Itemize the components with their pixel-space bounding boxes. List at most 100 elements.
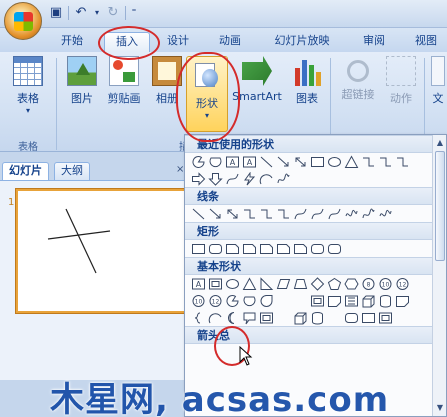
undo-dropdown-icon[interactable]: ▾: [93, 5, 101, 21]
tab-view[interactable]: 视图: [408, 32, 444, 52]
shape-elbow-icon[interactable]: [378, 155, 393, 169]
shape-snip-icon[interactable]: [225, 242, 240, 256]
shapes-button[interactable]: 形状 ▾: [186, 56, 228, 132]
redo-icon[interactable]: ↻: [105, 5, 121, 21]
shape-rect-icon[interactable]: [310, 155, 325, 169]
shape-rect-icon[interactable]: [361, 311, 376, 325]
shape-brace-icon[interactable]: [191, 311, 206, 325]
shape-free-icon[interactable]: [276, 172, 291, 186]
shape-frame-icon[interactable]: [259, 311, 274, 325]
shape-elbow-icon[interactable]: [361, 155, 376, 169]
shape-arrow-icon[interactable]: [208, 207, 223, 221]
shape-dbl-icon[interactable]: [293, 155, 308, 169]
shape-trap-icon[interactable]: [293, 277, 308, 291]
shape-curve-icon[interactable]: [293, 207, 308, 221]
shape-line-icon[interactable]: [259, 155, 274, 169]
smartart-button[interactable]: SmartArt: [230, 56, 284, 103]
tab-outline[interactable]: 大纲: [54, 162, 90, 180]
shape-tri-icon[interactable]: [242, 277, 257, 291]
shape-rtri-icon[interactable]: [259, 277, 274, 291]
shape-callout-icon[interactable]: [242, 311, 257, 325]
shape-rarrow-icon[interactable]: [191, 172, 206, 186]
shape-dec-icon[interactable]: 10: [191, 294, 206, 308]
table-button[interactable]: 表格 ▾: [10, 56, 46, 115]
shape-fold-icon[interactable]: [327, 294, 342, 308]
shape-snip-icon[interactable]: [242, 242, 257, 256]
shape-frame-icon[interactable]: [378, 311, 393, 325]
clipart-button[interactable]: 剪贴画: [104, 56, 144, 106]
shape-textbox-icon[interactable]: A: [191, 277, 206, 291]
shape-rrect-icon[interactable]: [208, 242, 223, 256]
shape-elbow-icon[interactable]: [395, 155, 410, 169]
shape-can-icon[interactable]: [310, 311, 325, 325]
shape-curve-icon[interactable]: [225, 172, 240, 186]
scroll-thumb[interactable]: [435, 151, 445, 261]
shape-dodec-icon[interactable]: 12: [395, 277, 410, 291]
shape-snip-icon[interactable]: [259, 242, 274, 256]
shape-snip-icon[interactable]: [276, 242, 291, 256]
shape-para-icon[interactable]: [276, 277, 291, 291]
shape-can-icon[interactable]: [378, 294, 393, 308]
tab-design[interactable]: 设计: [160, 32, 196, 52]
office-button[interactable]: [4, 2, 42, 40]
shape-pie-icon[interactable]: [225, 294, 240, 308]
tab-animation[interactable]: 动画: [212, 32, 248, 52]
scroll-up-icon[interactable]: ▲: [434, 137, 446, 149]
shape-ellipse-icon[interactable]: [225, 277, 240, 291]
shape-textbox-icon[interactable]: A: [242, 155, 257, 169]
shape-chord-icon[interactable]: [242, 294, 257, 308]
shape-curve-icon[interactable]: [310, 207, 325, 221]
shape-frame-icon[interactable]: [208, 277, 223, 291]
shape-elbow-icon[interactable]: [276, 207, 291, 221]
shape-frame-icon[interactable]: [310, 294, 325, 308]
shape-snip-icon[interactable]: [293, 242, 308, 256]
shape-diamond-icon[interactable]: [310, 277, 325, 291]
shape-tear-icon[interactable]: [259, 294, 274, 308]
shape-arc-icon[interactable]: [259, 172, 274, 186]
hyperlink-button[interactable]: 超链接: [336, 56, 380, 102]
tab-slides[interactable]: 幻灯片: [2, 162, 49, 180]
slide-thumbnail[interactable]: [16, 189, 190, 313]
shape-hex-icon[interactable]: [344, 277, 359, 291]
shape-cube-icon[interactable]: [361, 294, 376, 308]
shape-textbox-icon[interactable]: A: [225, 155, 240, 169]
tab-slideshow[interactable]: 幻灯片放映: [266, 32, 338, 52]
save-icon[interactable]: ▣: [48, 5, 64, 21]
tab-home[interactable]: 开始: [54, 32, 90, 52]
shape-scribble-icon[interactable]: [344, 207, 359, 221]
shape-rrect-icon[interactable]: [344, 311, 359, 325]
shape-vtext-icon[interactable]: [344, 294, 359, 308]
shape-pie-icon[interactable]: [191, 155, 206, 169]
shape-arc-icon[interactable]: [208, 311, 223, 325]
shape-arrow-icon[interactable]: [276, 155, 291, 169]
shape-elbow-icon[interactable]: [259, 207, 274, 221]
shape-rrect-icon[interactable]: [327, 242, 342, 256]
text-button[interactable]: 文: [430, 56, 446, 106]
action-button[interactable]: 动作: [384, 56, 418, 106]
shape-darrow-icon[interactable]: [208, 172, 223, 186]
shape-rrect-icon[interactable]: [310, 242, 325, 256]
shape-oct-icon[interactable]: 8: [361, 277, 376, 291]
shape-ellipse-icon[interactable]: [327, 155, 342, 169]
shape-fold-icon[interactable]: [395, 294, 410, 308]
shape-free-icon[interactable]: [361, 207, 376, 221]
shape-elbow-icon[interactable]: [242, 207, 257, 221]
customize-qat-icon[interactable]: ⁼: [130, 5, 138, 21]
shape-dodec-icon[interactable]: 12: [208, 294, 223, 308]
picture-button[interactable]: 图片: [64, 56, 100, 106]
undo-icon[interactable]: ↶: [73, 5, 89, 21]
shape-dbl-icon[interactable]: [225, 207, 240, 221]
album-button[interactable]: 相册: [150, 56, 184, 106]
gallery-scrollbar[interactable]: ▲ ▼: [432, 135, 446, 416]
tab-insert[interactable]: 插入: [104, 32, 150, 52]
shape-lightning-icon[interactable]: [242, 172, 257, 186]
shape-chord-icon[interactable]: [208, 155, 223, 169]
shape-pent-icon[interactable]: [327, 277, 342, 291]
shape-moon-icon[interactable]: [225, 311, 240, 325]
shape-tri-icon[interactable]: [344, 155, 359, 169]
shape-scribble-icon[interactable]: [378, 207, 393, 221]
shape-curve-icon[interactable]: [327, 207, 342, 221]
shape-cube-icon[interactable]: [293, 311, 308, 325]
shape-rect-icon[interactable]: [191, 242, 206, 256]
chart-button[interactable]: 图表: [290, 56, 324, 106]
